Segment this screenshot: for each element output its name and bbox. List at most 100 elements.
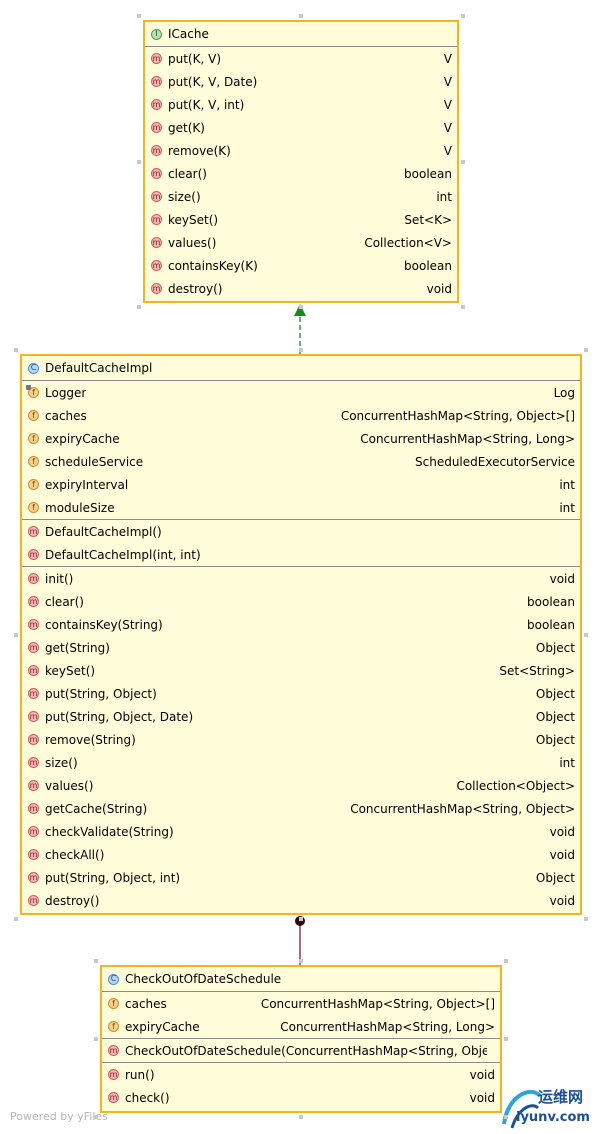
watermark-cn-text: 运维网 <box>538 1088 584 1106</box>
defaultcacheimpl-constructors: m DefaultCacheImpl() m DefaultCacheImpl(int… <box>22 520 580 566</box>
resize-handle[interactable] <box>94 1115 98 1119</box>
method-row[interactable]: m put(String, Object) Object <box>22 682 580 705</box>
method-row[interactable]: m size() int <box>22 751 580 774</box>
method-row[interactable]: m destroy() void <box>145 277 457 300</box>
resize-handle[interactable] <box>461 305 465 309</box>
method-name: put(String, Object, int) <box>45 870 181 885</box>
method-icon: m <box>28 803 39 814</box>
resize-handle[interactable] <box>137 159 141 164</box>
field-row[interactable]: f expiryCache ConcurrentHashMap<String, Lo… <box>22 427 580 450</box>
method-icon: m <box>28 780 39 791</box>
field-row[interactable]: f caches ConcurrentHashMap<String, Object>… <box>22 404 580 427</box>
resize-handle[interactable] <box>137 14 141 18</box>
method-name: put(String, Object) <box>45 686 157 701</box>
icache-header: I ICache <box>145 22 457 47</box>
field-type: int <box>559 500 575 515</box>
resize-handle[interactable] <box>504 1037 508 1041</box>
method-row[interactable]: m init() void <box>22 567 580 590</box>
resize-handle[interactable] <box>299 14 303 18</box>
resize-handle[interactable] <box>461 159 465 164</box>
method-row[interactable]: m checkAll() void <box>22 843 580 866</box>
field-name: Logger <box>45 385 87 400</box>
constructor-name: DefaultCacheImpl() <box>45 524 162 539</box>
resize-handle[interactable] <box>584 917 588 921</box>
method-row[interactable]: m keySet() Set<String> <box>22 659 580 682</box>
resize-handle[interactable] <box>584 348 588 352</box>
method-type: void <box>469 1067 495 1082</box>
field-row[interactable]: f expiryInterval int <box>22 473 580 496</box>
method-icon: m <box>28 596 39 607</box>
resize-handle[interactable] <box>504 959 508 963</box>
resize-handle[interactable] <box>299 959 303 963</box>
icache-interface-box[interactable]: I ICache m put(K, V) Vm put(K, V, Date) Vm pu… <box>143 20 459 303</box>
field-row[interactable]: f caches ConcurrentHashMap<String, Object>… <box>102 992 500 1015</box>
method-row[interactable]: m put(String, Object, Date) Object <box>22 705 580 728</box>
method-row[interactable]: m values() Collection<Object> <box>22 774 580 797</box>
class-icon: C <box>28 362 39 374</box>
method-type: V <box>443 97 452 112</box>
resize-handle[interactable] <box>504 1115 508 1119</box>
field-type: ConcurrentHashMap<String, Object>[] <box>260 996 495 1011</box>
method-name: put(String, Object, Date) <box>45 709 194 724</box>
method-icon: m <box>28 711 39 722</box>
method-name: containsKey(String) <box>45 617 163 632</box>
method-row[interactable]: m get(String) Object <box>22 636 580 659</box>
constructor-row[interactable]: m CheckOutOfDateSchedule(ConcurrentHashMa… <box>102 1039 500 1062</box>
method-row[interactable]: m size() int <box>145 185 457 208</box>
method-row[interactable]: m values() Collection<V> <box>145 231 457 254</box>
method-icon: m <box>28 619 39 630</box>
method-row[interactable]: m check() void <box>102 1086 500 1109</box>
resize-handle[interactable] <box>94 959 98 963</box>
resize-handle[interactable] <box>299 348 303 352</box>
method-row[interactable]: m containsKey(K) boolean <box>145 254 457 277</box>
realization-edge <box>294 304 306 354</box>
method-row[interactable]: m containsKey(String) boolean <box>22 613 580 636</box>
method-row[interactable]: m get(K) V <box>145 116 457 139</box>
method-type: Object <box>535 870 575 885</box>
method-row[interactable]: m put(K, V, Date) V <box>145 70 457 93</box>
field-row[interactable]: f moduleSize int <box>22 496 580 519</box>
method-row[interactable]: m destroy() void <box>22 889 580 912</box>
method-row[interactable]: m put(K, V, int) V <box>145 93 457 116</box>
field-type: ConcurrentHashMap<String, Object>[] <box>340 408 575 423</box>
resize-handle[interactable] <box>461 14 465 18</box>
method-row[interactable]: m remove(String) Object <box>22 728 580 751</box>
method-name: check() <box>125 1090 170 1105</box>
field-icon: f <box>28 502 39 513</box>
method-row[interactable]: m remove(K) V <box>145 139 457 162</box>
resize-handle[interactable] <box>14 632 18 637</box>
resize-handle[interactable] <box>14 348 18 352</box>
method-row[interactable]: m clear() boolean <box>22 590 580 613</box>
method-icon: m <box>151 191 162 202</box>
field-row[interactable]: f expiryCache ConcurrentHashMap<String, Lo… <box>102 1015 500 1038</box>
resize-handle[interactable] <box>14 917 18 921</box>
method-type: Collection<Object> <box>456 778 575 793</box>
method-type: void <box>549 571 575 586</box>
method-type: boolean <box>527 617 575 632</box>
field-row[interactable]: f scheduleService ScheduledExecutorService <box>22 450 580 473</box>
method-row[interactable]: m run() void <box>102 1063 500 1086</box>
method-name: get(K) <box>168 120 205 135</box>
defaultcacheimpl-class-box[interactable]: C DefaultCacheImpl f Logger Log f caches Conc… <box>20 354 582 915</box>
method-row[interactable]: m put(String, Object, int) Object <box>22 866 580 889</box>
method-row[interactable]: m getCache(String) ConcurrentHashMap<Strin… <box>22 797 580 820</box>
resize-handle[interactable] <box>299 305 303 309</box>
resize-handle[interactable] <box>137 305 141 309</box>
field-row[interactable]: f Logger Log <box>22 381 580 404</box>
constructor-row[interactable]: m DefaultCacheImpl() <box>22 520 580 543</box>
field-type: ScheduledExecutorService <box>415 454 575 469</box>
resize-handle[interactable] <box>584 632 588 637</box>
checkoutofdateschedule-class-box[interactable]: C CheckOutOfDateSchedule f caches Concurre… <box>100 965 502 1113</box>
method-name: put(K, V) <box>168 51 221 66</box>
method-row[interactable]: m checkValidate(String) void <box>22 820 580 843</box>
method-row[interactable]: m put(K, V) V <box>145 47 457 70</box>
resize-handle[interactable] <box>94 1037 98 1041</box>
method-name: values() <box>168 235 217 250</box>
constructor-row[interactable]: m DefaultCacheImpl(int, int) <box>22 543 580 566</box>
resize-handle[interactable] <box>299 917 303 921</box>
method-row[interactable]: m keySet() Set<K> <box>145 208 457 231</box>
resize-handle[interactable] <box>299 1115 303 1119</box>
method-icon: m <box>108 1045 119 1056</box>
method-row[interactable]: m clear() boolean <box>145 162 457 185</box>
checkoutofdateschedule-methods: m run() void m check() void <box>102 1063 500 1109</box>
